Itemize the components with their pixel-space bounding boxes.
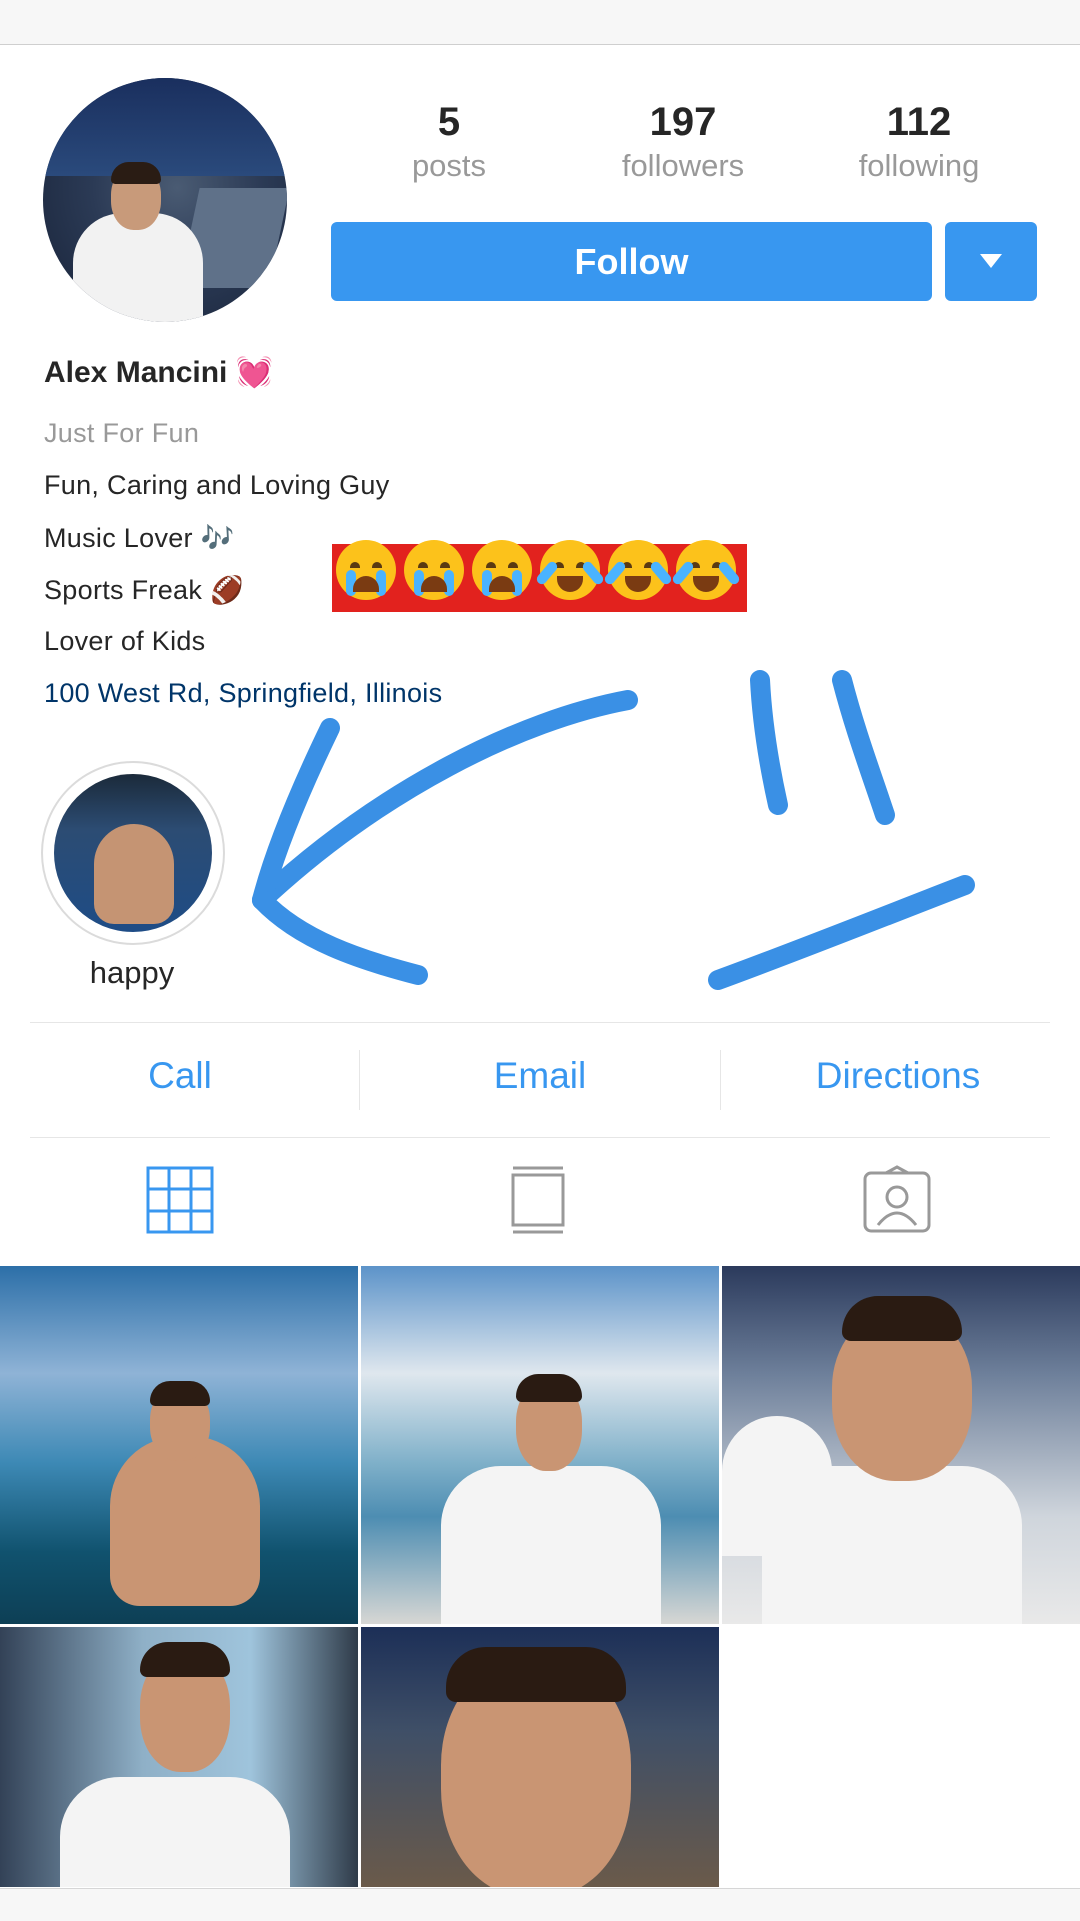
smiley-eye-left — [750, 670, 788, 815]
smiley-mouth — [708, 875, 975, 990]
arrow-head-bottom — [252, 890, 428, 985]
smiley-eye-right — [832, 670, 895, 825]
arrow-shaft — [252, 690, 638, 910]
drawn-annotation — [252, 670, 975, 990]
